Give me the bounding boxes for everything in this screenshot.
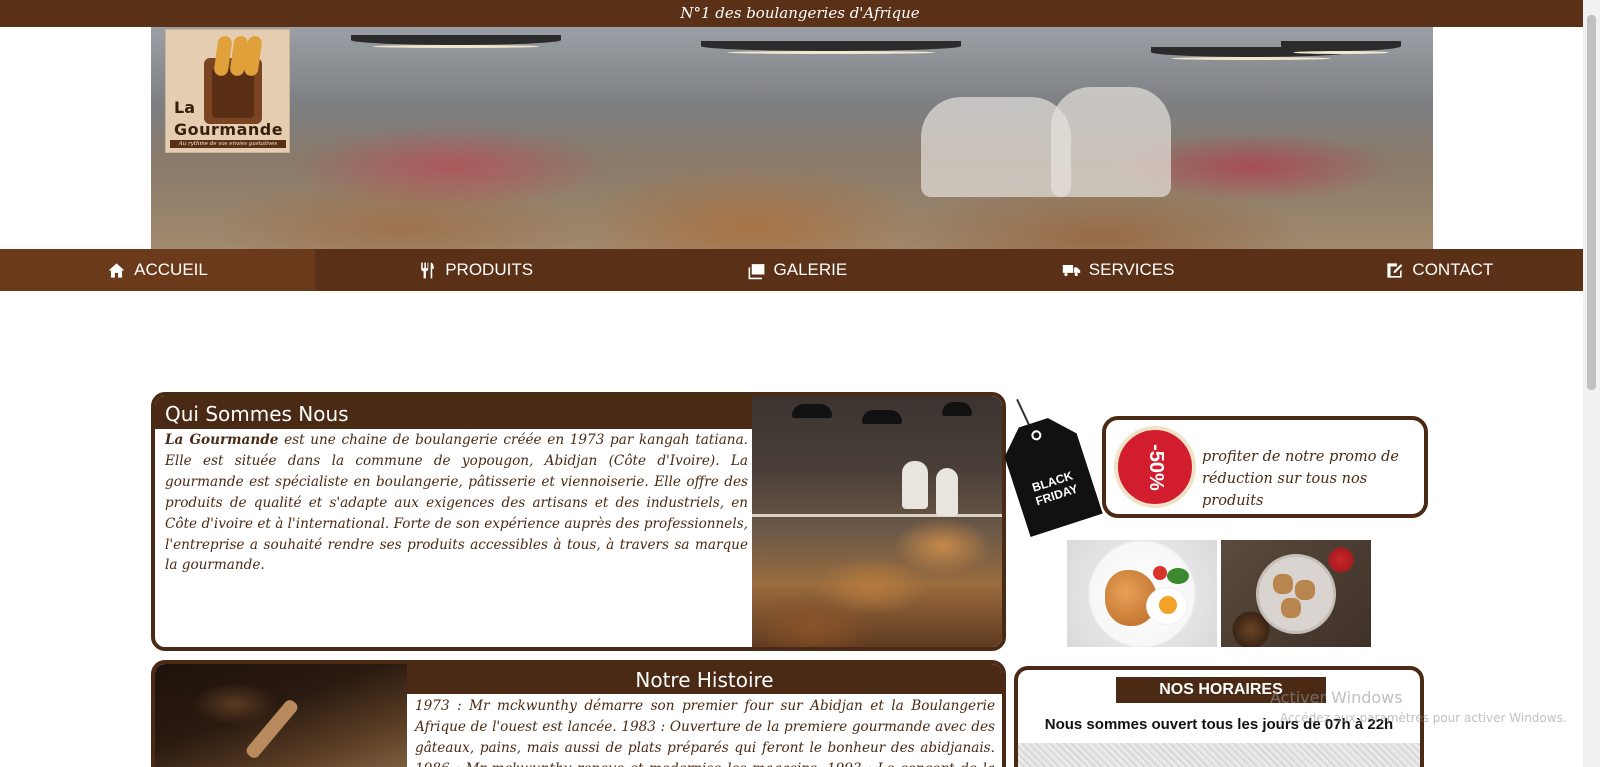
tagline: N°1 des boulangeries d'Afrique xyxy=(680,4,920,22)
history-text: 1973 : Mr mckwunthy démarre son premier … xyxy=(415,698,995,767)
watermark-title: Activer Windows xyxy=(1270,688,1403,707)
logo-word-gourmande: Gourmande xyxy=(174,120,284,139)
promo-card[interactable]: -50% profiter de notre promo de réductio… xyxy=(1102,416,1428,518)
nav-item-galerie[interactable]: GALERIE xyxy=(636,249,957,291)
home-icon xyxy=(108,262,125,278)
nav-item-services[interactable]: SERVICES xyxy=(958,249,1279,291)
nav-label: PRODUITS xyxy=(445,260,534,279)
nav-item-accueil[interactable]: ACCUEIL xyxy=(0,249,315,291)
main-nav: ACCUEIL PRODUITS GALERIE SERVICES CONTAC… xyxy=(0,249,1600,291)
logo-slogan: Au rythme de vos envies gustatives xyxy=(170,140,286,148)
logo-word-la: La xyxy=(174,98,195,117)
black-friday-tag: BLACK FRIDAY xyxy=(997,411,1103,537)
nav-label: SERVICES xyxy=(1088,260,1175,279)
cookies-plate-photo xyxy=(1221,540,1371,647)
history-title: Notre Histoire xyxy=(407,664,1002,694)
history-photo xyxy=(155,664,407,767)
truck-icon xyxy=(1062,264,1080,276)
about-text: La Gourmande est une chaine de boulanger… xyxy=(165,430,748,576)
windows-activation-watermark: Activer Windows Accédez aux paramètres p… xyxy=(1270,688,1567,725)
discount-value: -50% xyxy=(1144,443,1167,491)
utensils-icon xyxy=(421,262,435,278)
watermark-subtitle: Accédez aux paramètres pour activer Wind… xyxy=(1280,711,1567,725)
bakery-shop-photo xyxy=(752,396,1002,647)
images-icon xyxy=(748,263,764,279)
site-logo[interactable]: La Gourmande Au rythme de vos envies gus… xyxy=(165,29,290,153)
about-title: Qui Sommes Nous xyxy=(155,396,755,429)
promo-text: profiter de notre promo de réduction sur… xyxy=(1202,449,1399,509)
breakfast-plate-photo xyxy=(1067,540,1217,647)
about-card: Qui Sommes Nous La Gourmande est une cha… xyxy=(151,392,1006,651)
about-brand: La Gourmande xyxy=(165,432,279,448)
nav-item-produits[interactable]: PRODUITS xyxy=(315,249,636,291)
discount-badge: -50% xyxy=(1114,426,1196,508)
nav-label: GALERIE xyxy=(773,260,848,279)
black-friday-text: BLACK FRIDAY xyxy=(1030,468,1080,509)
nav-label: ACCUEIL xyxy=(134,260,208,279)
history-card: Notre Histoire 1973 : Mr mckwunthy démar… xyxy=(151,660,1006,767)
about-body: est une chaine de boulangerie créée en 1… xyxy=(165,432,748,574)
edit-icon xyxy=(1387,262,1403,278)
scrollbar-thumb[interactable] xyxy=(1587,15,1596,390)
nav-item-contact[interactable]: CONTACT xyxy=(1279,249,1600,291)
top-tagline-bar: N°1 des boulangeries d'Afrique xyxy=(0,0,1600,27)
hero-banner-image xyxy=(151,27,1433,249)
nav-label: CONTACT xyxy=(1412,260,1494,279)
hours-image xyxy=(1018,743,1420,767)
page-scrollbar[interactable] xyxy=(1583,0,1600,767)
